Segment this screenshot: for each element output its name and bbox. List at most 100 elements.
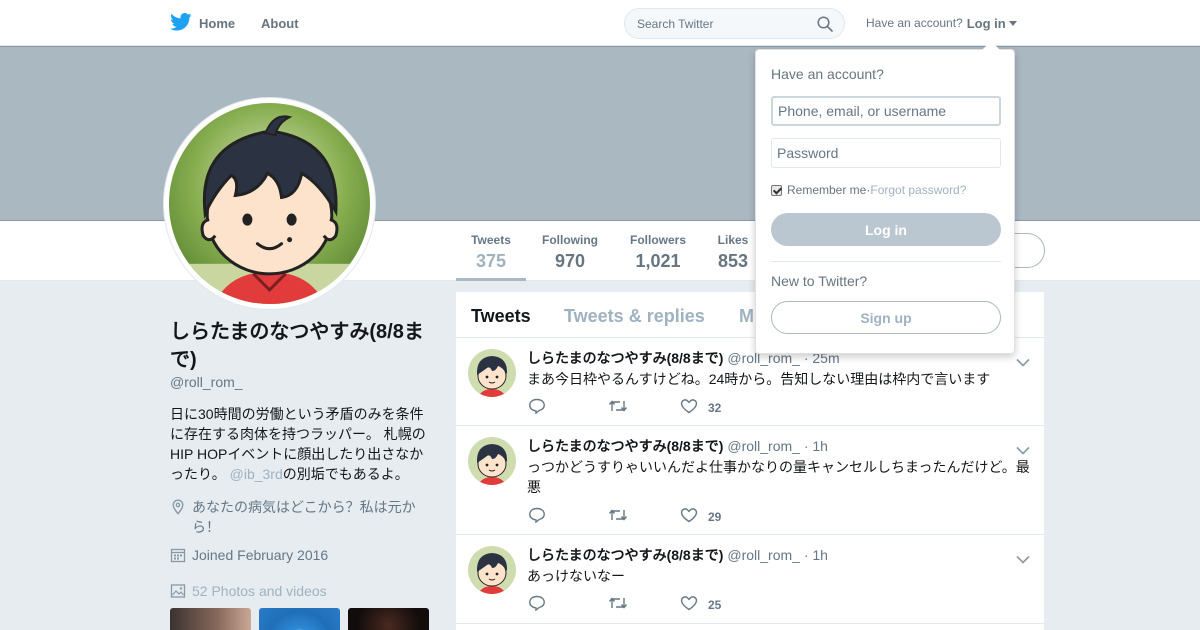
photos-videos-link[interactable]: 52 Photos and videos: [170, 581, 327, 601]
reply-button[interactable]: [528, 595, 608, 614]
stat-followers-value: 1,021: [635, 251, 681, 271]
signup-button[interactable]: Sign up: [771, 301, 1001, 334]
caret-down-icon: [1008, 21, 1017, 26]
heart-icon: [680, 507, 698, 526]
nav-home-link[interactable]: Home: [170, 0, 235, 46]
reply-button[interactable]: [528, 398, 608, 417]
retweet-icon: [608, 399, 628, 416]
profile-avatar[interactable]: [164, 98, 375, 309]
stat-likes[interactable]: Likes 853: [713, 233, 753, 272]
retweet-button[interactable]: [608, 596, 680, 613]
like-button[interactable]: 29: [680, 507, 721, 526]
tab-tweets[interactable]: Tweets: [471, 306, 531, 327]
like-count: 25: [708, 597, 722, 612]
dropdown-arrow: [982, 41, 1000, 50]
tweet-author-name[interactable]: しらたまのなつやすみ(8/8まで): [527, 547, 723, 563]
tweet-author-name[interactable]: しらたまのなつやすみ(8/8まで): [527, 438, 723, 454]
search-placeholder: Search Twitter: [637, 16, 714, 31]
retweet-icon: [608, 508, 628, 525]
login-button[interactable]: Log in: [771, 213, 1001, 246]
location-pin-icon: [170, 499, 186, 515]
avatar-illustration: [169, 103, 370, 304]
login-menu-label: Log in: [966, 15, 1006, 31]
stat-likes-label: Likes: [717, 233, 749, 247]
tweet-avatar[interactable]: [468, 546, 516, 594]
tweet-header: しらたまのなつやすみ(8/8まで) @roll_rom_ · 1h: [527, 436, 828, 456]
top-navbar: Home About Search Twitter Have an accoun…: [0, 0, 1200, 46]
retweet-button[interactable]: [608, 508, 680, 525]
like-count: 32: [708, 400, 722, 415]
nav-home-label: Home: [199, 15, 236, 31]
photo-thumbnail[interactable]: [348, 608, 429, 630]
retweet-icon: [608, 596, 628, 613]
login-menu-toggle[interactable]: Log in: [967, 16, 1017, 31]
photos-videos-label: 52 Photos and videos: [192, 583, 327, 599]
like-count: 29: [708, 509, 722, 524]
tweet-actions: 32: [528, 398, 721, 417]
tweet-text: っつかどうすりゃいいんだよ仕事かなりの量キャンセルしちまったんだけど。最悪: [527, 459, 1030, 495]
tweet-actions: 29: [528, 507, 721, 526]
like-button[interactable]: 32: [680, 398, 721, 417]
tab-media[interactable]: M: [739, 306, 754, 327]
tweet-timestamp[interactable]: · 1h: [800, 438, 828, 454]
tweet-text: まあ今日枠やるんすけどね。24時から。告知しない理由は枠内で言います: [527, 371, 991, 387]
tweet-avatar[interactable]: [468, 349, 516, 397]
twitter-bird-icon: [170, 12, 192, 34]
remember-me-label[interactable]: Remember me: [787, 183, 866, 197]
calendar-icon: [170, 547, 186, 563]
nav-about-link[interactable]: About: [261, 0, 299, 46]
tweet-author-handle[interactable]: @roll_rom_: [727, 438, 800, 454]
profile-location: あなたの病気はどこから？私は元から！: [170, 497, 432, 537]
remember-me-checkbox[interactable]: [771, 184, 782, 196]
tweet[interactable]: しらたまのなつやすみ(8/8まで) @roll_rom_ · 1h あっけないなー…: [456, 535, 1044, 624]
new-to-twitter-label: New to Twitter?: [771, 273, 868, 289]
login-dropdown: Have an account? Remember me · Forgot pa…: [755, 41, 1015, 354]
profile-joined: Joined February 2016: [170, 545, 328, 565]
stat-followers[interactable]: Followers 1,021: [625, 233, 691, 272]
stat-following-label: Following: [542, 233, 598, 247]
heart-icon: [680, 595, 698, 614]
stat-following[interactable]: Following 970: [537, 233, 603, 272]
forgot-password-link[interactable]: Forgot password?: [870, 183, 966, 197]
tweet-actions: 25: [528, 595, 721, 614]
bio-mention-link[interactable]: @ib_3rd: [230, 466, 283, 482]
reply-icon: [528, 595, 546, 614]
stat-likes-value: 853: [717, 251, 749, 271]
photo-thumbnail[interactable]: [259, 608, 340, 630]
reply-icon: [528, 507, 546, 526]
retweet-button[interactable]: [608, 399, 680, 416]
stat-tweets-label: Tweets: [471, 233, 511, 247]
stat-tweets[interactable]: Tweets 375: [456, 233, 526, 281]
stat-tweets-value: 375: [475, 251, 507, 271]
tab-tweets-replies[interactable]: Tweets & replies: [564, 306, 705, 327]
search-input[interactable]: Search Twitter: [624, 8, 845, 39]
tweet-author-name[interactable]: しらたまのなつやすみ(8/8まで): [527, 350, 723, 366]
photo-thumbnails: [170, 608, 429, 630]
heart-icon: [680, 398, 698, 417]
have-account-label: Have an account?: [866, 16, 963, 30]
tweet-header: しらたまのなつやすみ(8/8まで) @roll_rom_ · 1h: [527, 545, 828, 565]
dropdown-divider: [771, 261, 1001, 262]
stat-followers-label: Followers: [629, 233, 686, 247]
reply-icon: [528, 398, 546, 417]
profile-bio: 日に30時間の労働という矛盾のみを条件に存在する肉体を持つラッパー。 札幌のHI…: [170, 404, 432, 484]
profile-handle[interactable]: @roll_rom_: [170, 374, 243, 390]
tweet-avatar[interactable]: [468, 437, 516, 485]
tweet-author-handle[interactable]: @roll_rom_: [727, 547, 800, 563]
tweet-timestamp[interactable]: · 1h: [800, 547, 828, 563]
tweet-text: あっけないなー: [527, 568, 625, 584]
joined-text: Joined February 2016: [192, 547, 329, 563]
bio-tail: の別垢でもあるよ。: [282, 466, 409, 482]
password-field[interactable]: [771, 138, 1001, 168]
location-text: あなたの病気はどこから？私は元から！: [192, 499, 416, 535]
photo-thumbnail[interactable]: [170, 608, 251, 630]
like-button[interactable]: 25: [680, 595, 721, 614]
profile-name[interactable]: しらたまのなつやすみ(8/8まで): [170, 318, 440, 374]
photo-icon: [170, 583, 186, 599]
search-icon[interactable]: [817, 16, 833, 35]
stat-following-value: 970: [554, 251, 586, 271]
reply-button[interactable]: [528, 507, 608, 526]
tweet[interactable]: しらたまのなつやすみ(8/8まで) @roll_rom_ · 1h っつかどうすり…: [456, 426, 1044, 535]
username-field[interactable]: [771, 96, 1001, 126]
remember-row: Remember me · Forgot password?: [771, 183, 966, 197]
